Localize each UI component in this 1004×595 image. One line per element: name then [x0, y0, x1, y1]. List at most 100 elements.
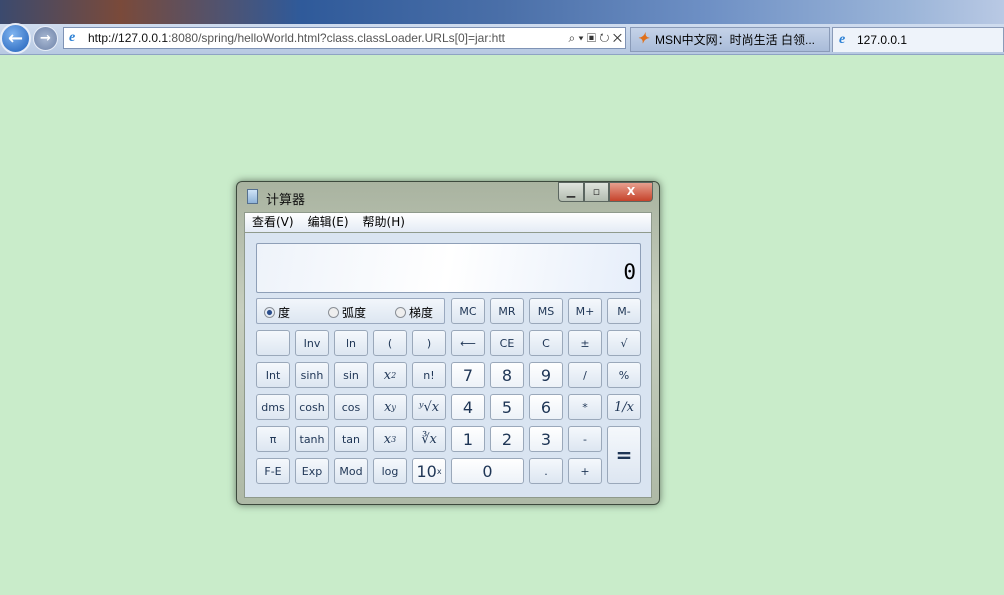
calc-button[interactable]: F-E: [256, 458, 290, 484]
button-label: 5: [501, 397, 513, 417]
button-label: *: [582, 400, 588, 414]
button-label: F-E: [264, 464, 282, 478]
calc-button[interactable]: ʸ√x: [412, 394, 446, 420]
calc-button[interactable]: x3: [373, 426, 407, 452]
button-label: 8: [501, 365, 513, 385]
calc-button[interactable]: cosh: [295, 394, 329, 420]
calc-button[interactable]: Inv: [295, 330, 329, 356]
calc-button[interactable]: ln: [334, 330, 368, 356]
button-label: Inv: [303, 336, 321, 350]
address-bar-icons[interactable]: ⌕ ▾ ▣ ↻ ✕: [564, 28, 622, 48]
calc-button[interactable]: 7: [451, 362, 485, 388]
window-title: 计算器: [266, 193, 306, 208]
calc-button[interactable]: 1/x: [607, 394, 641, 420]
calc-button[interactable]: ): [412, 330, 446, 356]
calc-button[interactable]: -: [568, 426, 602, 452]
tab-msn[interactable]: ✦ MSN中文网：时尚生活 白领...: [630, 27, 830, 52]
calc-button[interactable]: sinh: [295, 362, 329, 388]
minimize-button[interactable]: ▁: [558, 182, 584, 202]
calc-button[interactable]: sin: [334, 362, 368, 388]
button-label: dms: [261, 400, 285, 414]
calc-button[interactable]: 9: [529, 362, 563, 388]
calc-button[interactable]: ±: [568, 330, 602, 356]
button-label: 6: [540, 397, 552, 417]
close-button[interactable]: X: [609, 182, 653, 202]
menu-help[interactable]: 帮助(H): [363, 213, 405, 232]
calc-button[interactable]: 1: [451, 426, 485, 452]
button-superscript: y: [391, 402, 396, 412]
button-label: ln: [345, 336, 357, 350]
button-label: sin: [343, 368, 359, 382]
calc-button[interactable]: tan: [334, 426, 368, 452]
calc-button[interactable]: cos: [334, 394, 368, 420]
address-bar[interactable]: e http://127.0.0.1:8080/spring/helloWorl…: [63, 27, 626, 49]
calc-button[interactable]: (: [373, 330, 407, 356]
button-label: 9: [540, 365, 552, 385]
button-label: Mod: [339, 464, 363, 478]
calc-button[interactable]: +: [568, 458, 602, 484]
calc-button[interactable]: %: [607, 362, 641, 388]
back-button[interactable]: ←: [0, 23, 31, 54]
calc-button[interactable]: 10 x: [412, 458, 446, 484]
calc-button[interactable]: x2: [373, 362, 407, 388]
address-path: :8080/spring/helloWorld.html?class.class…: [168, 31, 506, 45]
radio-radians[interactable]: 弧度: [328, 304, 366, 321]
calc-button[interactable]: 3: [529, 426, 563, 452]
menu-edit[interactable]: 编辑(E): [308, 213, 349, 232]
calc-button[interactable]: /: [568, 362, 602, 388]
button-label: 2: [501, 429, 513, 449]
calc-button[interactable]: π: [256, 426, 290, 452]
calc-button[interactable]: 2: [490, 426, 524, 452]
radio-label: 梯度: [409, 306, 434, 320]
calc-button[interactable]: xy: [373, 394, 407, 420]
calc-button[interactable]: n!: [412, 362, 446, 388]
forward-button[interactable]: →: [33, 26, 58, 51]
menu-bar: 查看(V) 编辑(E) 帮助(H): [244, 212, 652, 232]
calc-button[interactable]: ∛x: [412, 426, 446, 452]
calc-button[interactable]: CE: [490, 330, 524, 356]
radio-dot: [328, 307, 339, 318]
button-superscript: x: [436, 466, 442, 476]
calc-button[interactable]: .: [529, 458, 563, 484]
calc-button[interactable]: ⟵: [451, 330, 485, 356]
tab-localhost[interactable]: e 127.0.0.1: [832, 27, 1004, 52]
button-label: 4: [462, 397, 474, 417]
calc-button[interactable]: [256, 330, 290, 356]
radio-gradians[interactable]: 梯度: [395, 304, 433, 321]
calc-button[interactable]: 6: [529, 394, 563, 420]
button-label: /: [583, 368, 587, 382]
calc-button[interactable]: 0: [451, 458, 524, 484]
button-label: 1: [462, 429, 474, 449]
calc-button[interactable]: *: [568, 394, 602, 420]
calc-button[interactable]: √: [607, 330, 641, 356]
radio-degrees[interactable]: 度: [264, 304, 290, 321]
calc-button[interactable]: Exp: [295, 458, 329, 484]
memory-button-ms[interactable]: MS: [529, 298, 563, 324]
button-label: %: [618, 368, 630, 382]
calc-button[interactable]: 4: [451, 394, 485, 420]
button-label: ʸ√x: [418, 399, 440, 415]
maximize-button[interactable]: ▫: [584, 182, 609, 202]
calc-button[interactable]: tanh: [295, 426, 329, 452]
calc-button[interactable]: 8: [490, 362, 524, 388]
button-label: 10: [416, 461, 437, 481]
button-label: CE: [499, 336, 515, 350]
calc-button[interactable]: Int: [256, 362, 290, 388]
memory-button-mc[interactable]: MC: [451, 298, 485, 324]
radio-dot: [264, 307, 275, 318]
button-label: ∛x: [421, 431, 437, 447]
memory-button-m-[interactable]: M-: [607, 298, 641, 324]
calc-button[interactable]: 5: [490, 394, 524, 420]
button-label: tanh: [299, 432, 325, 446]
calc-button[interactable]: C: [529, 330, 563, 356]
calc-button[interactable]: Mod: [334, 458, 368, 484]
calc-button[interactable]: log: [373, 458, 407, 484]
memory-button-mr[interactable]: MR: [490, 298, 524, 324]
button-label: M-: [617, 304, 631, 318]
ie-icon: e: [69, 30, 76, 45]
menu-view[interactable]: 查看(V): [252, 213, 294, 232]
calc-button[interactable]: =: [607, 426, 641, 484]
calc-button[interactable]: dms: [256, 394, 290, 420]
memory-button-m+[interactable]: M+: [568, 298, 602, 324]
radio-label: 度: [278, 306, 291, 320]
